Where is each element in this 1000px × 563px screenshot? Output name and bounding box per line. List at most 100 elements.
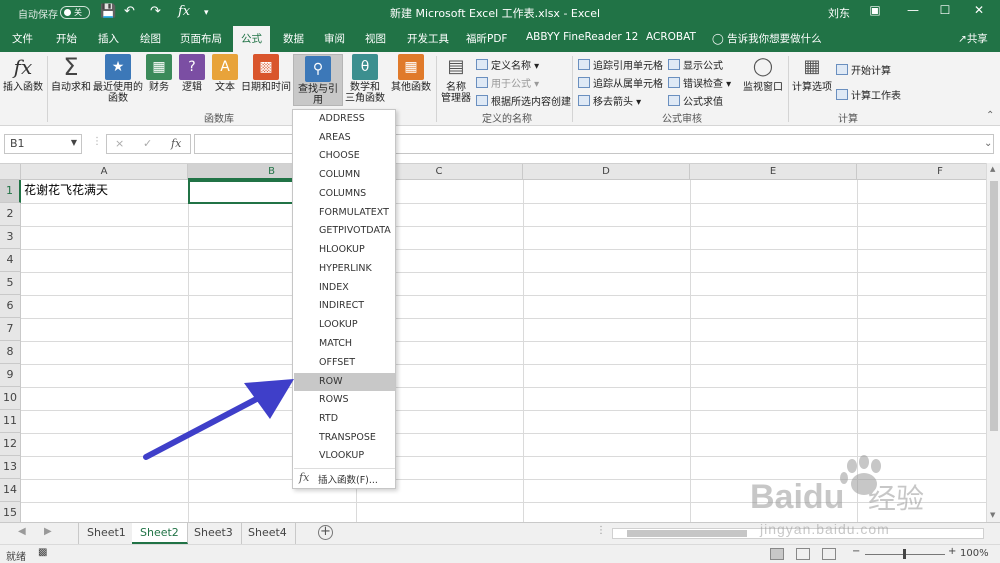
scrollbar-thumb[interactable] <box>990 181 998 431</box>
more-functions-button[interactable]: ▦ 其他函数 <box>390 54 432 93</box>
row-header[interactable]: 14 <box>0 479 21 502</box>
zoom-in-icon[interactable]: + <box>948 546 956 557</box>
menu-item-offset[interactable]: OFFSET <box>294 354 395 372</box>
menu-item-rows[interactable]: ROWS <box>294 391 395 409</box>
menu-item-index[interactable]: INDEX <box>294 279 395 297</box>
menu-item-indirect[interactable]: INDIRECT <box>294 297 395 315</box>
zoom-level[interactable]: 100% <box>960 548 989 559</box>
menu-item-vlookup[interactable]: VLOOKUP <box>294 447 395 465</box>
financial-button[interactable]: ▦ 财务 <box>145 54 173 93</box>
tab-file[interactable]: 文件 <box>12 31 33 46</box>
customize-icon[interactable]: ▾ <box>204 8 209 18</box>
zoom-out-icon[interactable]: − <box>852 546 860 557</box>
row-header[interactable]: 1 <box>0 180 21 203</box>
row-header[interactable]: 2 <box>0 203 21 226</box>
cell-a1[interactable]: 花谢花飞花满天 <box>24 181 108 198</box>
macro-record-icon[interactable]: ▩ <box>38 547 47 558</box>
row-header[interactable]: 12 <box>0 433 21 456</box>
name-manager-button[interactable]: ▤ 名称 管理器 <box>440 54 472 104</box>
menu-item-columns[interactable]: COLUMNS <box>294 185 395 203</box>
sheet-next-icon[interactable]: ▶ <box>44 526 52 537</box>
menu-item-column[interactable]: COLUMN <box>294 166 395 184</box>
tab-view[interactable]: 视图 <box>365 31 386 46</box>
minimize-icon[interactable]: — <box>898 3 928 17</box>
menu-item-match[interactable]: MATCH <box>294 335 395 353</box>
sheet-prev-icon[interactable]: ◀ <box>18 526 26 537</box>
menu-item-areas[interactable]: AREAS <box>294 129 395 147</box>
sheet-tab-sheet4[interactable]: Sheet4 <box>240 523 296 544</box>
column-header-d[interactable]: D <box>523 164 690 180</box>
scroll-up-icon[interactable]: ▲ <box>990 165 995 173</box>
tab-data[interactable]: 数据 <box>283 31 304 46</box>
tab-foxit-pdf[interactable]: 福昕PDF <box>466 31 507 46</box>
menu-item-transpose[interactable]: TRANSPOSE <box>294 429 395 447</box>
autosum-button[interactable]: Σ 自动求和 <box>50 54 92 93</box>
row-header[interactable]: 13 <box>0 456 21 479</box>
close-icon[interactable]: ✕ <box>964 3 994 17</box>
tab-abbyy[interactable]: ABBYY FineReader 12 <box>526 31 638 43</box>
menu-item-hyperlink[interactable]: HYPERLINK <box>294 260 395 278</box>
tab-insert[interactable]: 插入 <box>98 31 119 46</box>
row-header[interactable]: 11 <box>0 410 21 433</box>
use-in-formula-button[interactable]: 用于公式 ▾ <box>476 75 539 90</box>
save-icon[interactable]: 💾 <box>100 4 116 19</box>
column-header-a[interactable]: A <box>21 164 188 180</box>
tab-acrobat[interactable]: ACROBAT <box>646 31 696 43</box>
scroll-down-icon[interactable]: ▼ <box>990 511 995 519</box>
normal-view-icon[interactable] <box>770 548 784 560</box>
tell-me-search[interactable]: ◯ 告诉我你想要做什么 <box>712 31 822 46</box>
show-formulas-button[interactable]: 显示公式 <box>668 57 723 72</box>
fx-icon[interactable]: fx <box>178 4 190 19</box>
error-checking-button[interactable]: 错误检查 ▾ <box>668 75 731 90</box>
insert-function-button[interactable]: fx 插入函数 <box>2 54 44 93</box>
expand-formula-icon[interactable]: ⌄ <box>984 138 992 149</box>
collapse-ribbon-icon[interactable]: ⌃ <box>986 110 994 121</box>
select-all-corner[interactable] <box>0 164 21 180</box>
menu-item-hlookup[interactable]: HLOOKUP <box>294 241 395 259</box>
logical-button[interactable]: ? 逻辑 <box>178 54 206 93</box>
define-name-button[interactable]: 定义名称 ▾ <box>476 57 539 72</box>
menu-item-rtd[interactable]: RTD <box>294 410 395 428</box>
row-header[interactable]: 10 <box>0 387 21 410</box>
sheet-tab-sheet2[interactable]: Sheet2 <box>132 523 188 544</box>
zoom-slider[interactable] <box>865 549 945 559</box>
trace-precedents-button[interactable]: 追踪引用单元格 <box>578 57 663 72</box>
menu-item-insert-function[interactable]: 插入函数(F)... <box>318 472 378 486</box>
user-name[interactable]: 刘东 <box>828 5 850 21</box>
menu-item-address[interactable]: ADDRESS <box>294 110 395 128</box>
math-trig-button[interactable]: θ 数学和 三角函数 <box>345 54 385 104</box>
sheet-tab-sheet3[interactable]: Sheet3 <box>186 523 242 544</box>
tab-developer[interactable]: 开发工具 <box>407 31 449 46</box>
trace-dependents-button[interactable]: 追踪从属单元格 <box>578 75 663 90</box>
watch-window-button[interactable]: ◯ 监视窗口 <box>740 54 786 93</box>
calc-options-button[interactable]: ▦ 计算选项 <box>791 54 833 93</box>
recent-functions-button[interactable]: ★ 最近使用的 函数 <box>93 54 143 104</box>
row-header[interactable]: 7 <box>0 318 21 341</box>
scrollbar-thumb[interactable] <box>627 530 747 537</box>
undo-icon[interactable]: ↶ <box>124 4 135 19</box>
fx-icon[interactable]: fx <box>171 137 181 150</box>
tab-review[interactable]: 审阅 <box>324 31 345 46</box>
row-header[interactable]: 6 <box>0 295 21 318</box>
enter-icon[interactable]: ✓ <box>143 137 152 150</box>
evaluate-formula-button[interactable]: 公式求值 <box>668 93 723 108</box>
text-button[interactable]: A 文本 <box>211 54 239 93</box>
name-box[interactable]: B1 ▼ <box>4 134 82 154</box>
menu-item-formulatext[interactable]: FORMULATEXT <box>294 204 395 222</box>
menu-item-getpivotdata[interactable]: GETPIVOTDATA <box>294 222 395 240</box>
row-header[interactable]: 15 <box>0 502 21 522</box>
tab-home[interactable]: 开始 <box>56 31 77 46</box>
sheet-tab-sheet1[interactable]: Sheet1 <box>78 523 135 544</box>
menu-item-choose[interactable]: CHOOSE <box>294 147 395 165</box>
calc-now-button[interactable]: 开始计算 <box>836 62 891 77</box>
vertical-scrollbar[interactable]: ▲ ▼ <box>986 163 1000 522</box>
menu-item-row[interactable]: ROW <box>294 373 395 391</box>
menu-item-lookup[interactable]: LOOKUP <box>294 316 395 334</box>
row-header[interactable]: 8 <box>0 341 21 364</box>
row-header[interactable]: 9 <box>0 364 21 387</box>
calc-sheet-button[interactable]: 计算工作表 <box>836 87 901 102</box>
row-header[interactable]: 4 <box>0 249 21 272</box>
ribbon-display-icon[interactable]: ▣ <box>860 3 890 17</box>
zoom-slider-knob[interactable] <box>903 549 906 559</box>
share-button[interactable]: ↗共享 <box>958 31 988 46</box>
